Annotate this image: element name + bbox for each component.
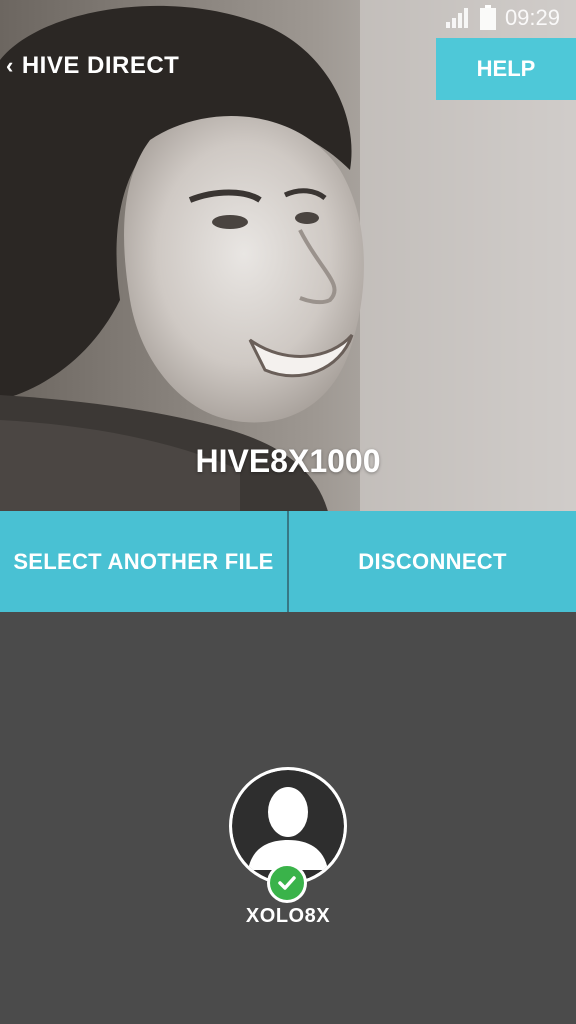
back-button[interactable]: ‹ HIVE DIRECT xyxy=(6,52,179,80)
select-another-file-button[interactable]: SELECT ANOTHER FILE xyxy=(0,511,287,612)
status-bar: 09:29 xyxy=(0,0,576,36)
action-bar: SELECT ANOTHER FILE DISCONNECT xyxy=(0,511,576,612)
status-time: 09:29 xyxy=(504,5,560,30)
connected-device[interactable]: XOLO8X xyxy=(0,767,576,928)
battery-icon xyxy=(479,5,496,30)
device-name: XOLO8X xyxy=(245,905,331,927)
help-button[interactable]: HELP xyxy=(436,38,576,100)
disconnect-button[interactable]: DISCONNECT xyxy=(289,511,576,612)
chevron-left-icon: ‹ xyxy=(6,53,14,78)
file-name: HIVE8X1000 xyxy=(195,443,381,479)
top-bar: ‹ HIVE DIRECT HELP xyxy=(0,38,576,100)
check-icon xyxy=(267,863,307,903)
device-avatar-wrap xyxy=(229,767,347,903)
app-title: HIVE DIRECT xyxy=(21,52,180,79)
signal-icon xyxy=(445,8,468,28)
